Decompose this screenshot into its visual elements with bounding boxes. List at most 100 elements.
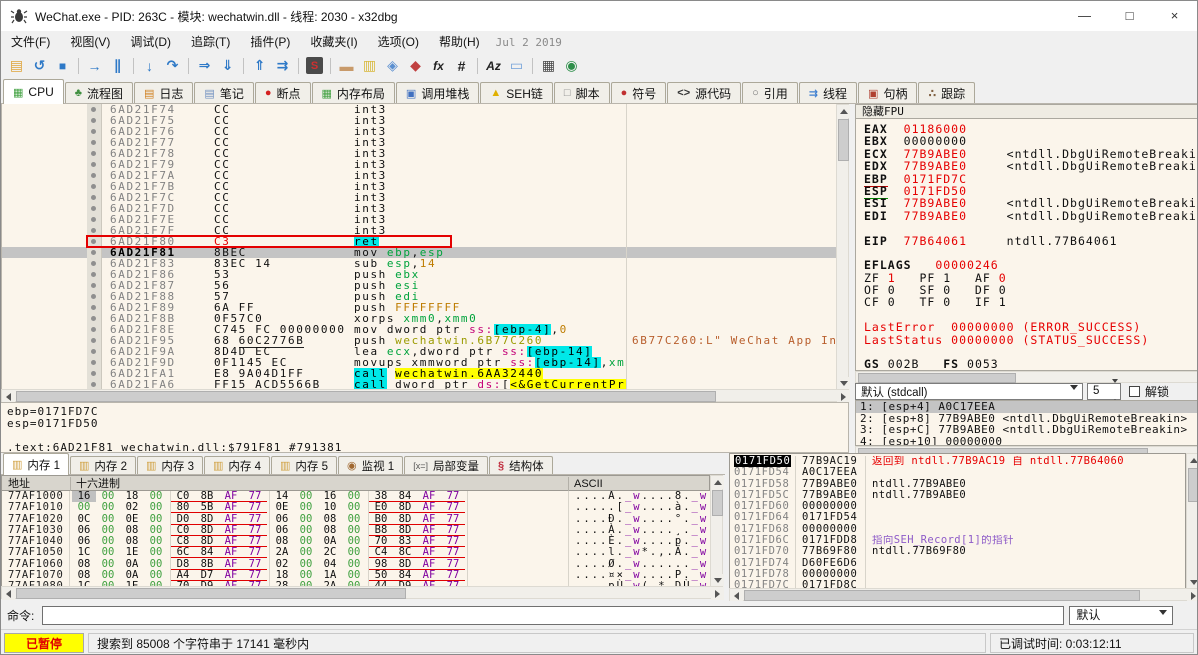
tab-cpu[interactable]: ▦CPU (3, 79, 64, 104)
stack-rows[interactable]: 0171FD5077B9AC19返回到 ntdll.77B9AC19 自 ntd… (729, 453, 1186, 588)
breakpoint-dot-icon[interactable] (87, 269, 102, 280)
breakpoint-dot-icon[interactable] (87, 291, 102, 302)
disassembly-rows[interactable]: 6AD21F74CCint36AD21F75CCint36AD21F76CCin… (1, 104, 836, 389)
stack-row[interactable]: 0171FD74D60FE6D6 (730, 558, 1185, 569)
scroll-right-icon[interactable] (711, 587, 724, 600)
spin-down-icon[interactable] (1112, 382, 1118, 397)
breakpoint-dot-icon[interactable] (87, 313, 102, 324)
menu-item[interactable]: 收藏夹(I) (300, 31, 367, 53)
tab-dump-3[interactable]: ▥内存 3 (137, 456, 203, 474)
tab-dump-5[interactable]: ▥内存 5 (271, 456, 337, 474)
breakpoint-dot-icon[interactable] (87, 148, 102, 159)
tab-locals[interactable]: [x=]局部变量 (404, 456, 488, 474)
globe-icon[interactable]: ◉ (560, 55, 583, 76)
breakpoint-dot-icon[interactable] (87, 258, 102, 269)
step-into-icon[interactable]: ↓ (138, 55, 161, 76)
open-file-icon[interactable]: ▤ (5, 55, 28, 76)
tab-log[interactable]: ▤日志 (134, 82, 193, 103)
stack-row[interactable]: 0171FD5077B9AC19返回到 ntdll.77B9AC19 自 ntd… (730, 456, 1185, 467)
argument-depth-stepper[interactable]: 5 (1087, 383, 1121, 400)
stack-row[interactable]: 0171FD7C0171FD8C (730, 580, 1185, 588)
run-icon[interactable]: → (83, 55, 106, 76)
tab-struct[interactable]: §结构体 (489, 456, 553, 474)
tab-breakpoints[interactable]: ●断点 (255, 82, 311, 103)
tab-memory-map[interactable]: ▦内存布局 (312, 82, 395, 103)
scrollbar-thumb[interactable] (838, 119, 849, 161)
breakpoint-dot-icon[interactable] (87, 280, 102, 291)
tab-source[interactable]: <>源代码 (667, 82, 741, 103)
tab-watch-1[interactable]: ◉监视 1 (338, 456, 403, 474)
step-down-icon[interactable]: ⇓ (216, 55, 239, 76)
breakpoint-dot-icon[interactable] (87, 137, 102, 148)
command-input[interactable] (42, 606, 1064, 625)
comments-icon[interactable]: ▥ (358, 55, 381, 76)
register-line[interactable]: EIP 77B64061 ntdll.77B64061 (856, 235, 1198, 247)
stack-row[interactable]: 0171FD6000000000 (730, 501, 1185, 512)
call-arguments-list[interactable]: 1: [esp+4] A0C17EEA2: [esp+8] 77B9ABE0 <… (855, 400, 1198, 446)
register-list[interactable]: EAX 01186000EBX 00000000ECX 77B9ABE0 <nt… (855, 119, 1198, 371)
menu-item[interactable]: 帮助(H) (429, 31, 490, 53)
tab-seh[interactable]: ▲SEH链 (480, 82, 553, 103)
scrollbar-thumb[interactable] (858, 373, 1016, 383)
breakpoint-dot-icon[interactable] (87, 159, 102, 170)
tab-notes[interactable]: ▤笔记 (194, 82, 253, 103)
restart-icon[interactable]: ↺ (28, 55, 51, 76)
stack-row[interactable]: 0171FD7800000000 (730, 569, 1185, 580)
scrollbar-thumb[interactable] (16, 588, 406, 599)
tab-trace[interactable]: ∴跟踪 (918, 82, 975, 103)
tab-graph[interactable]: ♣流程图 (65, 82, 133, 103)
register-line[interactable]: CF 0 TF 0 IF 1 (856, 296, 1198, 308)
breakpoint-dot-icon[interactable] (87, 115, 102, 126)
run-trace-icon[interactable]: ⇒ (193, 55, 216, 76)
register-line[interactable]: LastStatus 00000000 (STATUS_SUCCESS) (856, 334, 1198, 346)
register-line[interactable]: EDI 77B9ABE0 <ntdll.DbgUiRemoteBreakin> (856, 210, 1198, 222)
breakpoint-dot-icon[interactable] (87, 170, 102, 181)
hide-fpu-button[interactable]: 隐藏FPU (855, 104, 1198, 119)
disasm-vscrollbar[interactable] (836, 104, 849, 389)
stack-row[interactable]: 0171FD6800000000 (730, 524, 1185, 535)
run-to-user-code-icon[interactable]: ⇑ (248, 55, 271, 76)
breakpoint-dot-icon[interactable] (87, 346, 102, 357)
dump-rows[interactable]: 77AF100016001800C08BAF77140016003884AF77… (1, 491, 710, 586)
menu-item[interactable]: 视图(V) (60, 31, 120, 53)
tab-threads[interactable]: ⇉线程 (799, 82, 857, 103)
minimize-button[interactable]: — (1062, 1, 1107, 30)
seh-icon[interactable]: S (303, 55, 326, 76)
menu-item[interactable]: 插件(P) (240, 31, 300, 53)
attach-icon[interactable]: ⇉ (271, 55, 294, 76)
breakpoint-dot-icon[interactable] (87, 324, 102, 335)
scrollbar-thumb[interactable] (744, 590, 1140, 601)
breakpoint-dot-icon[interactable] (87, 335, 102, 346)
register-line[interactable]: GS 002B FS 0053 (856, 358, 1198, 370)
stack-row[interactable]: 0171FD7077B69F80ntdll.77B69F80 (730, 546, 1185, 557)
bookmarks-icon[interactable]: ◆ (404, 55, 427, 76)
unlock-checkbox[interactable] (1129, 386, 1140, 397)
dump-vscrollbar[interactable] (710, 475, 723, 586)
breakpoint-dot-icon[interactable] (87, 225, 102, 236)
breakpoint-dot-icon[interactable] (87, 247, 102, 258)
maximize-button[interactable]: □ (1107, 1, 1152, 30)
command-script-select[interactable]: 默认 (1069, 606, 1173, 625)
stack-row[interactable]: 0171FD54A0C17EEA (730, 467, 1185, 478)
patch-icon[interactable]: ▬ (335, 55, 358, 76)
scrollbar-thumb[interactable] (1188, 468, 1198, 502)
disasm-hscrollbar[interactable] (1, 389, 849, 402)
calling-convention-select[interactable]: 默认 (stdcall) (855, 383, 1083, 400)
tab-dump-1[interactable]: ▥内存 1 (3, 453, 69, 475)
scrollbar-thumb[interactable] (16, 391, 716, 402)
functions-icon[interactable]: fx (427, 55, 450, 76)
breakpoint-dot-icon[interactable] (87, 126, 102, 137)
breakpoint-dot-icon[interactable] (87, 192, 102, 203)
breakpoint-dot-icon[interactable] (87, 368, 102, 379)
device-icon[interactable]: ▭ (505, 55, 528, 76)
scroll-left-icon[interactable] (2, 587, 15, 600)
pause-icon[interactable]: ∥ (106, 55, 129, 76)
stack-row[interactable]: 0171FD5877B9ABE0ntdll.77B9ABE0 (730, 479, 1185, 490)
breakpoint-dot-icon[interactable] (87, 236, 102, 247)
argument-row[interactable]: 3: [esp+C] 77B9ABE0 <ntdll.DbgUiRemoteBr… (856, 424, 1198, 436)
tab-symbols[interactable]: ●符号 (611, 82, 667, 103)
dump-hscrollbar[interactable] (1, 586, 723, 599)
breakpoint-dot-icon[interactable] (87, 214, 102, 225)
menu-item[interactable]: 文件(F) (1, 31, 60, 53)
breakpoint-dot-icon[interactable] (87, 357, 102, 368)
